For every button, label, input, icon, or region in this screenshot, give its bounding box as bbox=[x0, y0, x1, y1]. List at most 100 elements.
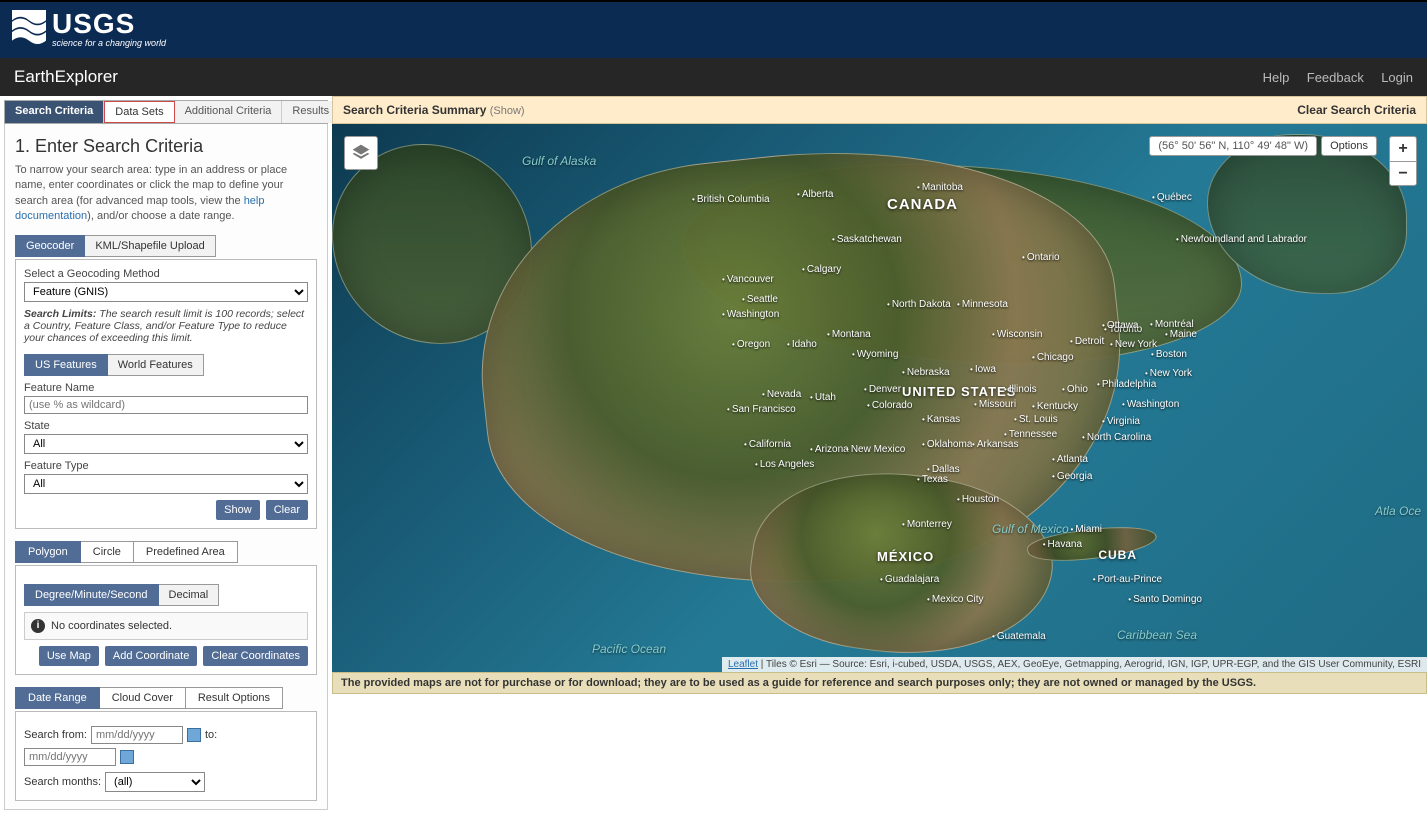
attribution-text: | Tiles © Esri — Source: Esri, i-cubed, … bbox=[758, 659, 1421, 670]
city-guadalajara: Guadalajara bbox=[880, 574, 939, 585]
city-nevada: Nevada bbox=[762, 389, 801, 400]
date-from-input[interactable] bbox=[91, 726, 183, 744]
city-arizona: Arizona bbox=[810, 444, 849, 455]
city-oklahoma: Oklahoma bbox=[922, 439, 972, 450]
feature-name-input[interactable] bbox=[24, 396, 308, 414]
map-canvas[interactable]: Gulf of Alaska Gulf of Mexico Caribbean … bbox=[332, 124, 1427, 672]
show-button[interactable]: Show bbox=[216, 500, 260, 520]
map-options-button[interactable]: Options bbox=[1321, 136, 1377, 156]
tab-world-features[interactable]: World Features bbox=[108, 354, 204, 376]
map-disclaimer: The provided maps are not for purchase o… bbox=[332, 672, 1427, 694]
clear-search-criteria-link[interactable]: Clear Search Criteria bbox=[1297, 103, 1416, 117]
label-gulf-alaska: Gulf of Alaska bbox=[522, 154, 596, 168]
calendar-from-icon[interactable] bbox=[187, 728, 201, 742]
city-kansas: Kansas bbox=[922, 414, 960, 425]
label-caribbean: Caribbean Sea bbox=[1117, 628, 1197, 642]
city-washington-st: Washington bbox=[722, 309, 779, 320]
date-panel: Search from: to: Search months: (all) bbox=[15, 711, 317, 801]
city-montana: Montana bbox=[827, 329, 871, 340]
tab-us-features[interactable]: US Features bbox=[24, 354, 108, 376]
search-from-label: Search from: bbox=[24, 729, 87, 741]
city-new-york: New York bbox=[1110, 339, 1157, 350]
clear-coordinates-button[interactable]: Clear Coordinates bbox=[203, 646, 308, 666]
city-north-dakota: North Dakota bbox=[887, 299, 951, 310]
label-gulf-mexico: Gulf of Mexico bbox=[992, 522, 1069, 536]
lower-tabs: Date Range Cloud Cover Result Options bbox=[15, 687, 317, 709]
city-los-angeles: Los Angeles bbox=[755, 459, 814, 470]
city-arkansas: Arkansas bbox=[972, 439, 1019, 450]
tab-date-range[interactable]: Date Range bbox=[15, 687, 100, 709]
feature-type-label: Feature Type bbox=[24, 460, 308, 472]
city-ontario: Ontario bbox=[1022, 252, 1060, 263]
no-coords-text: No coordinates selected. bbox=[51, 620, 172, 632]
label-atlantic: Atla Oce bbox=[1375, 504, 1421, 518]
city-guatemala: Guatemala bbox=[992, 631, 1046, 642]
use-map-button[interactable]: Use Map bbox=[39, 646, 99, 666]
tab-decimal[interactable]: Decimal bbox=[159, 584, 220, 606]
state-select[interactable]: All bbox=[24, 434, 308, 454]
leaflet-link[interactable]: Leaflet bbox=[728, 659, 758, 670]
label-usa: UNITED STATES bbox=[902, 384, 1016, 399]
city-virginia: Virginia bbox=[1102, 416, 1140, 427]
state-label: State bbox=[24, 420, 308, 432]
layers-icon bbox=[351, 143, 371, 163]
header-links: Help Feedback Login bbox=[1249, 70, 1413, 85]
city-new-mexico: New Mexico bbox=[846, 444, 905, 455]
label-canada: CANADA bbox=[887, 196, 958, 213]
city-houston: Houston bbox=[957, 494, 999, 505]
city-mexico-city: Mexico City bbox=[927, 594, 984, 605]
info-icon: i bbox=[31, 619, 45, 633]
main-tabs: Search Criteria Data Sets Additional Cri… bbox=[4, 100, 328, 124]
tab-dms[interactable]: Degree/Minute/Second bbox=[24, 584, 159, 606]
tab-search-criteria[interactable]: Search Criteria bbox=[5, 101, 104, 123]
geocoder-tabs: Geocoder KML/Shapefile Upload bbox=[15, 235, 317, 257]
city-georgia: Georgia bbox=[1052, 471, 1092, 482]
search-limits: Search Limits: The search result limit i… bbox=[24, 308, 308, 344]
usgs-logo[interactable]: USGS science for a changing world bbox=[12, 10, 1415, 48]
logo-tagline: science for a changing world bbox=[52, 38, 166, 48]
map-attribution: Leaflet | Tiles © Esri — Source: Esri, i… bbox=[722, 657, 1427, 672]
zoom-control: + − bbox=[1389, 136, 1417, 186]
label-mexico: MÉXICO bbox=[877, 549, 934, 564]
city-seattle: Seattle bbox=[742, 294, 778, 305]
city-philadelphia: Philadelphia bbox=[1097, 379, 1156, 390]
tab-data-sets[interactable]: Data Sets bbox=[104, 101, 174, 123]
tab-additional-criteria[interactable]: Additional Criteria bbox=[175, 101, 283, 123]
city-saskatchewan: Saskatchewan bbox=[832, 234, 902, 245]
date-to-input[interactable] bbox=[24, 748, 116, 766]
app-title: EarthExplorer bbox=[14, 67, 118, 87]
city-nebraska: Nebraska bbox=[902, 367, 950, 378]
help-link[interactable]: Help bbox=[1263, 70, 1290, 85]
clear-button[interactable]: Clear bbox=[266, 500, 308, 520]
city-utah: Utah bbox=[810, 392, 836, 403]
tab-result-options[interactable]: Result Options bbox=[186, 687, 283, 709]
tab-predefined-area[interactable]: Predefined Area bbox=[134, 541, 238, 563]
tab-kml-upload[interactable]: KML/Shapefile Upload bbox=[85, 235, 215, 257]
zoom-out-button[interactable]: − bbox=[1390, 161, 1416, 185]
zoom-in-button[interactable]: + bbox=[1390, 137, 1416, 161]
city-ottawa: Ottawa bbox=[1102, 320, 1139, 331]
city-alberta: Alberta bbox=[797, 189, 834, 200]
login-link[interactable]: Login bbox=[1381, 70, 1413, 85]
feature-type-select[interactable]: All bbox=[24, 474, 308, 494]
tab-geocoder[interactable]: Geocoder bbox=[15, 235, 85, 257]
geocode-method-select[interactable]: Feature (GNIS) bbox=[24, 282, 308, 302]
city-monterrey: Monterrey bbox=[902, 519, 952, 530]
add-coordinate-button[interactable]: Add Coordinate bbox=[105, 646, 197, 666]
feature-region-tabs: US Features World Features bbox=[24, 354, 308, 376]
tab-polygon[interactable]: Polygon bbox=[15, 541, 81, 563]
city-miami: Miami bbox=[1071, 524, 1102, 535]
summary-show-toggle[interactable]: (Show) bbox=[490, 105, 525, 117]
city-texas: Texas bbox=[917, 474, 948, 485]
calendar-to-icon[interactable] bbox=[120, 750, 134, 764]
tab-cloud-cover[interactable]: Cloud Cover bbox=[100, 687, 186, 709]
feedback-link[interactable]: Feedback bbox=[1307, 70, 1364, 85]
section-title: 1. Enter Search Criteria bbox=[15, 136, 317, 157]
search-months-select[interactable]: (all) bbox=[105, 772, 205, 792]
city-quebec: Québec bbox=[1152, 192, 1192, 203]
layers-button[interactable] bbox=[344, 136, 378, 170]
tab-circle[interactable]: Circle bbox=[81, 541, 134, 563]
city-idaho: Idaho bbox=[787, 339, 817, 350]
city-minnesota: Minnesota bbox=[957, 299, 1008, 310]
city-north-carolina: North Carolina bbox=[1082, 432, 1151, 443]
